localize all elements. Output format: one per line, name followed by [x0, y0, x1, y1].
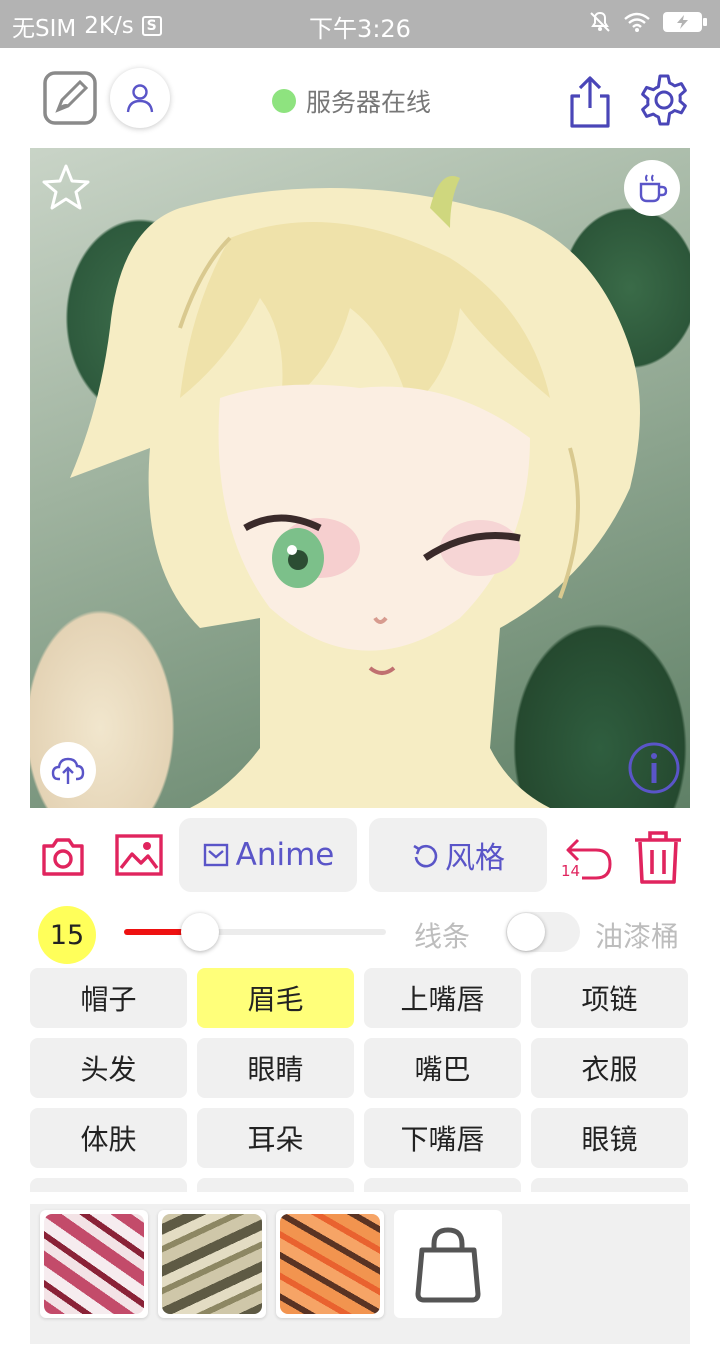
- canvas-edit-icon: [43, 71, 97, 125]
- camera-button[interactable]: [40, 834, 86, 878]
- anime-portrait-image: [70, 176, 640, 808]
- battery-charging-icon: [663, 12, 707, 32]
- style-label: 风格: [445, 841, 505, 876]
- server-status-dot: [272, 89, 296, 113]
- palette-swatch[interactable]: [158, 1210, 266, 1318]
- settings-icon: [641, 74, 687, 126]
- style-button[interactable]: 风格: [369, 818, 547, 892]
- paint-bucket-toggle-knob: [507, 913, 545, 951]
- camera-icon: [42, 838, 84, 876]
- status-right: [588, 10, 708, 34]
- user-button[interactable]: [110, 68, 170, 128]
- paint-bucket-toggle[interactable]: [506, 912, 580, 952]
- share-button[interactable]: [566, 74, 614, 130]
- part-option[interactable]: 眼睛: [197, 1038, 354, 1098]
- settings-button[interactable]: [636, 72, 692, 128]
- part-option[interactable]: [364, 1178, 521, 1192]
- part-option[interactable]: 项链: [531, 968, 688, 1028]
- paint-bucket-label: 油漆桶: [595, 920, 680, 953]
- favorite-button[interactable]: [40, 162, 92, 214]
- part-option[interactable]: 眼镜: [531, 1108, 688, 1168]
- part-grid: 帽子 眉毛 上嘴唇 项链头发 眼睛 嘴巴 衣服体肤 耳朵 下嘴唇 眼镜: [30, 968, 690, 1192]
- palette-tray: [30, 1204, 690, 1344]
- part-option[interactable]: 上嘴唇: [364, 968, 521, 1028]
- cloud-upload-icon: [51, 757, 85, 784]
- line-mode-label: 线条: [414, 920, 471, 953]
- palette-swatch[interactable]: [276, 1210, 384, 1318]
- undo-count: 14: [561, 862, 581, 880]
- canvas-edit-button[interactable]: [42, 70, 98, 126]
- anime-model-label: Anime: [235, 837, 335, 873]
- part-option[interactable]: 耳朵: [197, 1108, 354, 1168]
- share-icon: [570, 76, 610, 128]
- part-option[interactable]: 体肤: [30, 1108, 187, 1168]
- server-status: 服务器在线: [272, 83, 431, 119]
- star-icon: [42, 164, 90, 210]
- part-option[interactable]: 嘴巴: [364, 1038, 521, 1098]
- tool-row: Anime 风格 14: [0, 816, 720, 896]
- part-option[interactable]: [531, 1178, 688, 1192]
- trash-icon: [635, 831, 681, 884]
- part-option[interactable]: 头发: [30, 1038, 187, 1098]
- part-option[interactable]: [197, 1178, 354, 1192]
- palette-swatch-image: [162, 1214, 262, 1314]
- part-option[interactable]: 帽子: [30, 968, 187, 1028]
- info-button[interactable]: [626, 740, 682, 796]
- coffee-icon: [639, 174, 668, 203]
- info-icon: [628, 742, 680, 794]
- brush-size-thumb[interactable]: [180, 913, 219, 951]
- donate-button[interactable]: [624, 160, 680, 216]
- brush-size-slider[interactable]: [124, 913, 386, 951]
- palette-swatch[interactable]: [40, 1210, 148, 1318]
- user-icon: [126, 84, 154, 113]
- top-bar: 服务器在线: [0, 48, 720, 148]
- mute-icon: [590, 11, 610, 32]
- gallery-icon: [115, 834, 163, 876]
- part-option[interactable]: 下嘴唇: [364, 1108, 521, 1168]
- server-status-label: 服务器在线: [306, 88, 432, 117]
- brush-size-badge: 15: [38, 906, 96, 964]
- anime-model-button[interactable]: Anime: [179, 818, 357, 892]
- mail-icon: [203, 843, 228, 867]
- upload-button[interactable]: [40, 742, 96, 798]
- clear-button[interactable]: [632, 828, 684, 886]
- shopping-bag-icon: [415, 1227, 481, 1303]
- status-bar: 无SIM 2K/s S 下午3:26: [0, 0, 720, 48]
- palette-swatch-image: [44, 1214, 144, 1314]
- brush-row: 15 线条 油漆桶: [0, 900, 720, 966]
- gallery-button[interactable]: [114, 832, 164, 878]
- refresh-icon: [413, 844, 438, 868]
- artwork-canvas[interactable]: [30, 148, 690, 808]
- wifi-icon: [624, 12, 650, 32]
- palette-swatch-image: [280, 1214, 380, 1314]
- part-option[interactable]: [30, 1178, 187, 1192]
- part-option[interactable]: 衣服: [531, 1038, 688, 1098]
- store-button[interactable]: [394, 1210, 502, 1318]
- part-option[interactable]: 眉毛: [197, 968, 354, 1028]
